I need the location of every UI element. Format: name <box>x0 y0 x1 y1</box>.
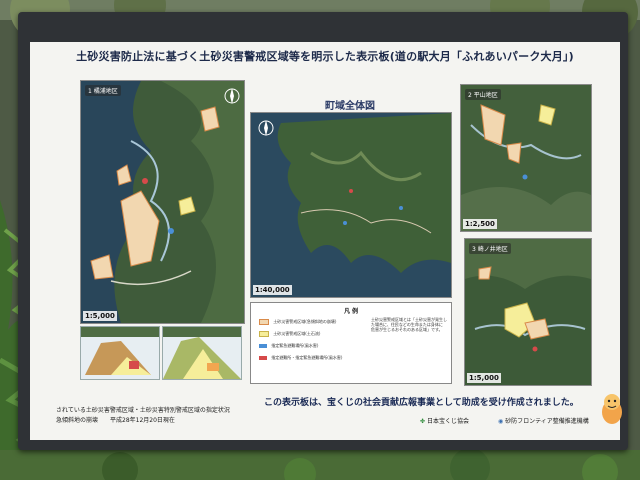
overview-scale: 1:40,000 <box>253 285 292 295</box>
map-panel-3: 3 崎ノ井地区 1:5,000 <box>464 238 592 386</box>
map-panel-1: 1 橘浦地区 1:5,000 <box>80 80 245 324</box>
footer-status-line-2: 急傾斜地の崩壊 平成28年12月20日現在 <box>56 417 175 424</box>
diagram-debris-flow <box>162 326 242 380</box>
map-panel-2: 2 平山地区 1:2,500 <box>460 84 592 232</box>
legend-swatch <box>259 344 267 348</box>
legend-item: 指定緊急避難場所(風水害) <box>259 343 318 349</box>
sponsor-takarakuji: ✤ 日本宝くじ協会 <box>420 418 469 425</box>
map-3-label: 3 崎ノ井地区 <box>469 243 511 254</box>
photo-scene: 土砂災害防止法に基づく土砂災害警戒区域等を明示した表示板(道の駅大月「ふれあいパ… <box>0 0 640 480</box>
legend-swatch <box>259 331 269 337</box>
compass-icon <box>224 88 240 104</box>
map-1-label: 1 橘浦地区 <box>85 85 121 96</box>
legend: 凡 例 土砂災害警戒区域(急傾斜地の崩壊) 土砂災害警戒区域(土石流) 指定緊急… <box>250 302 452 384</box>
sign-title: 土砂災害防止法に基づく土砂災害警戒区域等を明示した表示板(道の駅大月「ふれあいパ… <box>76 50 574 63</box>
footer-funding-note: この表示板は、宝くじの社会貢献広報事業として助成を受け作成されました。 <box>264 398 579 408</box>
logo-icon: ◉ <box>498 418 504 425</box>
overview-map <box>251 113 451 297</box>
sponsor-sabo-frontier: ◉ 砂防フロンティア整備推進機構 <box>498 418 589 425</box>
aerial-map-3 <box>465 239 591 385</box>
legend-note: 土砂災害警戒区域とは「土砂災害が発生した場合に、住民などの生命または身体に 危害… <box>371 317 447 332</box>
aerial-map-1 <box>81 81 244 323</box>
aerial-map-2 <box>461 85 591 231</box>
legend-item: 指定避難所・指定緊急避難場所(風水害) <box>259 355 342 361</box>
overview-map-panel: 1:40,000 <box>250 112 452 298</box>
mascot-icon <box>602 394 622 424</box>
footer-status-line-1: されている土砂災害警戒区域・土砂災害特別警戒区域の指定状況 <box>56 407 230 414</box>
map-2-label: 2 平山地区 <box>465 89 501 100</box>
map-3-scale: 1:5,000 <box>467 373 501 383</box>
legend-swatch <box>259 356 267 360</box>
legend-swatch <box>259 319 269 325</box>
diagram-steep-slope <box>80 326 160 380</box>
legend-item: 土砂災害警戒区域(急傾斜地の崩壊) <box>259 319 336 325</box>
legend-item: 土砂災害警戒区域(土石流) <box>259 331 320 337</box>
map-2-scale: 1:2,500 <box>463 219 497 229</box>
clover-icon: ✤ <box>420 418 426 425</box>
map-1-scale: 1:5,000 <box>83 311 117 321</box>
compass-icon <box>258 120 274 136</box>
overview-title: 町域全体図 <box>325 101 375 112</box>
legend-title: 凡 例 <box>343 308 359 315</box>
